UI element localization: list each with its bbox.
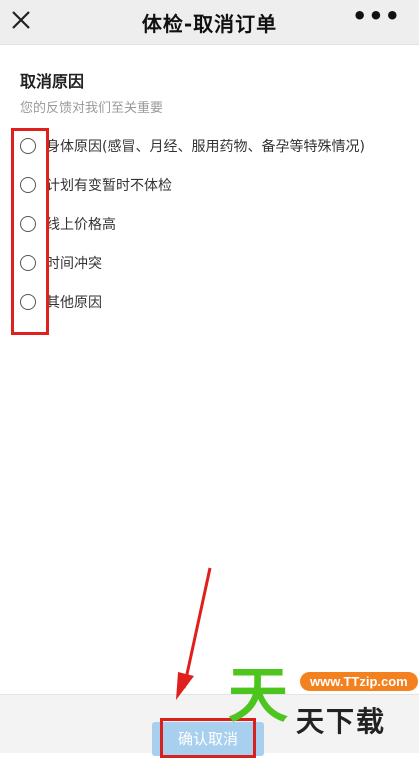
radio-circle-icon[interactable]	[20, 138, 36, 154]
navigation-bar: 体检-取消订单 •••	[0, 0, 419, 45]
reason-option-price[interactable]: 线上价格高	[20, 211, 116, 237]
reason-label: 身体原因(感冒、月经、服用药物、备孕等特殊情况)	[46, 139, 365, 155]
radio-circle-icon[interactable]	[20, 255, 36, 271]
confirm-cancel-button[interactable]: 确认取消	[152, 722, 264, 756]
radio-circle-icon[interactable]	[20, 294, 36, 310]
more-icon[interactable]: •••	[352, 4, 401, 28]
reason-label: 其他原因	[46, 295, 102, 311]
watermark-url: www.TTzip.com	[300, 672, 418, 691]
reason-label: 时间冲突	[46, 256, 102, 272]
radio-circle-icon[interactable]	[20, 177, 36, 193]
radio-circle-icon[interactable]	[20, 216, 36, 232]
reason-label: 线上价格高	[46, 217, 116, 233]
cancel-reason-heading: 取消原因	[20, 72, 85, 91]
reason-label: 计划有变暂时不体检	[46, 178, 172, 194]
reason-option-time-conflict[interactable]: 时间冲突	[20, 250, 102, 276]
reason-option-health[interactable]: 身体原因(感冒、月经、服用药物、备孕等特殊情况)	[20, 133, 365, 159]
reason-option-plan-change[interactable]: 计划有变暂时不体检	[20, 172, 172, 198]
cancel-reason-subtitle: 您的反馈对我们至关重要	[20, 101, 164, 116]
reason-option-other[interactable]: 其他原因	[20, 289, 102, 315]
